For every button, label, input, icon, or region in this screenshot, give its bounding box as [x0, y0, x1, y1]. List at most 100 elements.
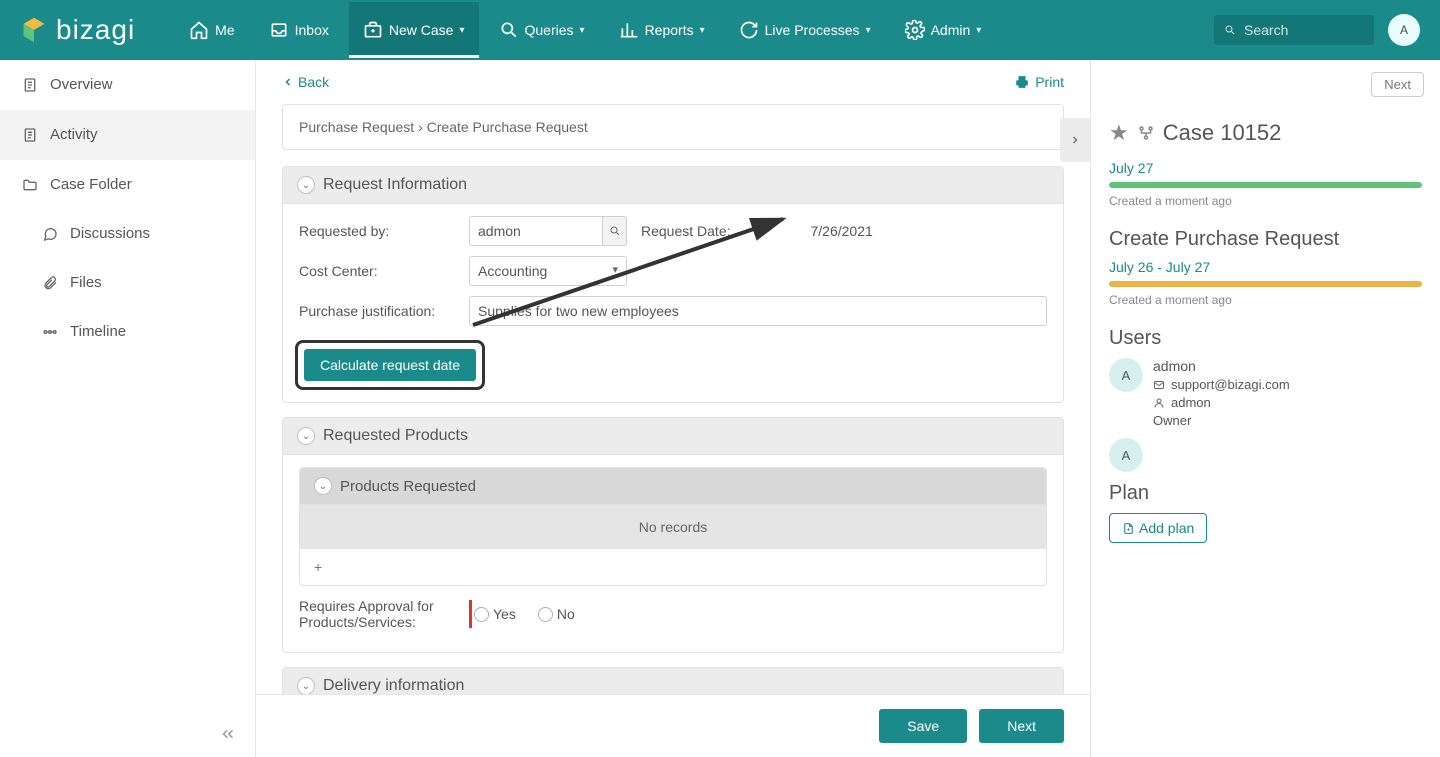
nav-admin[interactable]: Admin ▾ [891, 2, 996, 58]
subpanel-header[interactable]: ⌄ Products Requested [300, 468, 1046, 505]
panel-header[interactable]: ⌄ Request Information [283, 167, 1063, 204]
requires-approval-label: Requires Approval for Products/Services: [299, 598, 469, 630]
task-date-range: July 26 - July 27 [1109, 259, 1422, 275]
cost-center-select[interactable]: Accounting [469, 256, 627, 286]
print-icon [1015, 75, 1029, 89]
nav-queries[interactable]: Queries ▾ [485, 2, 599, 58]
requested-products-panel: ⌄ Requested Products ⌄ Products Requeste… [282, 417, 1064, 653]
search-icon [1224, 23, 1236, 37]
nav-live-processes[interactable]: Live Processes ▾ [725, 2, 885, 58]
next-button[interactable]: Next [979, 709, 1064, 743]
user-role: Owner [1153, 413, 1290, 428]
brand-logo: bizagi [20, 14, 135, 46]
paperclip-icon [42, 275, 58, 291]
users-section-title: Users [1109, 327, 1422, 350]
subprocess-icon [1137, 124, 1155, 142]
annotation-highlight: Calculate request date [295, 340, 485, 390]
case-due-date: July 27 [1109, 160, 1422, 176]
collapse-right-tab[interactable] [1060, 118, 1090, 162]
user-avatar-icon: A [1109, 358, 1143, 392]
home-icon [189, 20, 209, 40]
collapse-toggle-icon: ⌄ [314, 477, 332, 495]
search-input[interactable] [1244, 22, 1364, 38]
panel-header[interactable]: ⌄ Requested Products [283, 418, 1063, 455]
user-avatar-icon: A [1109, 438, 1143, 472]
refresh-icon [739, 20, 759, 40]
back-link[interactable]: Back [282, 74, 329, 90]
progress-bar-task [1109, 281, 1422, 287]
timeline-icon [42, 324, 58, 340]
sidebar-timeline[interactable]: Timeline [0, 307, 255, 356]
chevron-down-icon: ▾ [459, 25, 464, 36]
gear-icon [905, 20, 925, 40]
case-meta: Created a moment ago [1109, 194, 1422, 208]
chevron-right-icon [1069, 134, 1081, 146]
calculate-request-date-button[interactable]: Calculate request date [304, 349, 476, 381]
briefcase-plus-icon [363, 20, 383, 40]
requested-by-label: Requested by: [299, 223, 469, 239]
cube-icon [20, 16, 48, 44]
mail-icon [1153, 379, 1165, 391]
requested-by-input[interactable] [469, 216, 603, 246]
radio-no[interactable]: No [538, 606, 575, 622]
case-title: ★ Case 10152 [1109, 120, 1422, 146]
plan-section-title: Plan [1109, 482, 1422, 505]
add-plan-button[interactable]: Add plan [1109, 513, 1207, 543]
chevron-left-icon [282, 76, 294, 88]
add-product-button[interactable]: + [300, 549, 1046, 585]
requested-by-search-button[interactable] [603, 216, 627, 246]
required-indicator [469, 600, 472, 628]
task-title: Create Purchase Request [1109, 228, 1422, 251]
chevron-down-icon: ▾ [976, 25, 981, 36]
sidebar-case-folder[interactable]: Case Folder [0, 160, 255, 209]
task-meta: Created a moment ago [1109, 293, 1422, 307]
search-icon [499, 20, 519, 40]
inbox-icon [269, 20, 289, 40]
user-entry-extra: A [1109, 438, 1422, 472]
chevron-double-left-icon [219, 725, 237, 743]
request-date-value: 7/26/2021 [811, 223, 873, 239]
cost-center-label: Cost Center: [299, 263, 469, 279]
sidebar-activity[interactable]: Activity [0, 110, 255, 160]
document-plus-icon [1122, 522, 1135, 535]
radio-icon [538, 607, 553, 622]
user-avatar[interactable]: A [1388, 14, 1420, 46]
request-information-panel: ⌄ Request Information Requested by: Requ… [282, 166, 1064, 403]
folder-icon [22, 177, 38, 193]
search-icon [609, 225, 621, 237]
justification-input[interactable] [469, 296, 1047, 326]
sidebar-overview[interactable]: Overview [0, 60, 255, 110]
star-icon[interactable]: ★ [1109, 120, 1129, 146]
save-button[interactable]: Save [879, 709, 967, 743]
brand-text: bizagi [56, 14, 135, 46]
print-link[interactable]: Print [1015, 74, 1064, 90]
collapse-toggle-icon: ⌄ [297, 677, 315, 695]
document-icon [22, 77, 38, 93]
form-footer: Save Next [256, 694, 1090, 757]
radio-icon [474, 607, 489, 622]
breadcrumb: Purchase Request › Create Purchase Reque… [282, 104, 1064, 150]
nav-new-case[interactable]: New Case ▾ [349, 2, 479, 58]
nav-inbox[interactable]: Inbox [255, 2, 343, 58]
nav-me[interactable]: Me [175, 2, 248, 58]
collapse-toggle-icon: ⌄ [297, 176, 315, 194]
sidebar-files[interactable]: Files [0, 258, 255, 307]
nav-reports[interactable]: Reports ▾ [605, 2, 719, 58]
chevron-down-icon: ▾ [866, 25, 871, 36]
collapse-toggle-icon: ⌄ [297, 427, 315, 445]
user-email-line: support@bizagi.com [1153, 377, 1290, 392]
justification-label: Purchase justification: [299, 303, 469, 319]
sidebar-discussions[interactable]: Discussions [0, 209, 255, 258]
sidebar-collapse[interactable] [0, 711, 255, 757]
chevron-down-icon: ▾ [580, 25, 585, 36]
no-records-text: No records [300, 505, 1046, 549]
user-login-line: admon [1153, 395, 1290, 410]
document-icon [22, 127, 38, 143]
chat-icon [42, 226, 58, 242]
chart-icon [619, 20, 639, 40]
radio-yes[interactable]: Yes [474, 606, 516, 622]
global-search[interactable] [1214, 15, 1374, 45]
user-name: admon [1153, 358, 1290, 374]
right-next-button[interactable]: Next [1371, 72, 1424, 97]
chevron-down-icon: ▾ [700, 25, 705, 36]
